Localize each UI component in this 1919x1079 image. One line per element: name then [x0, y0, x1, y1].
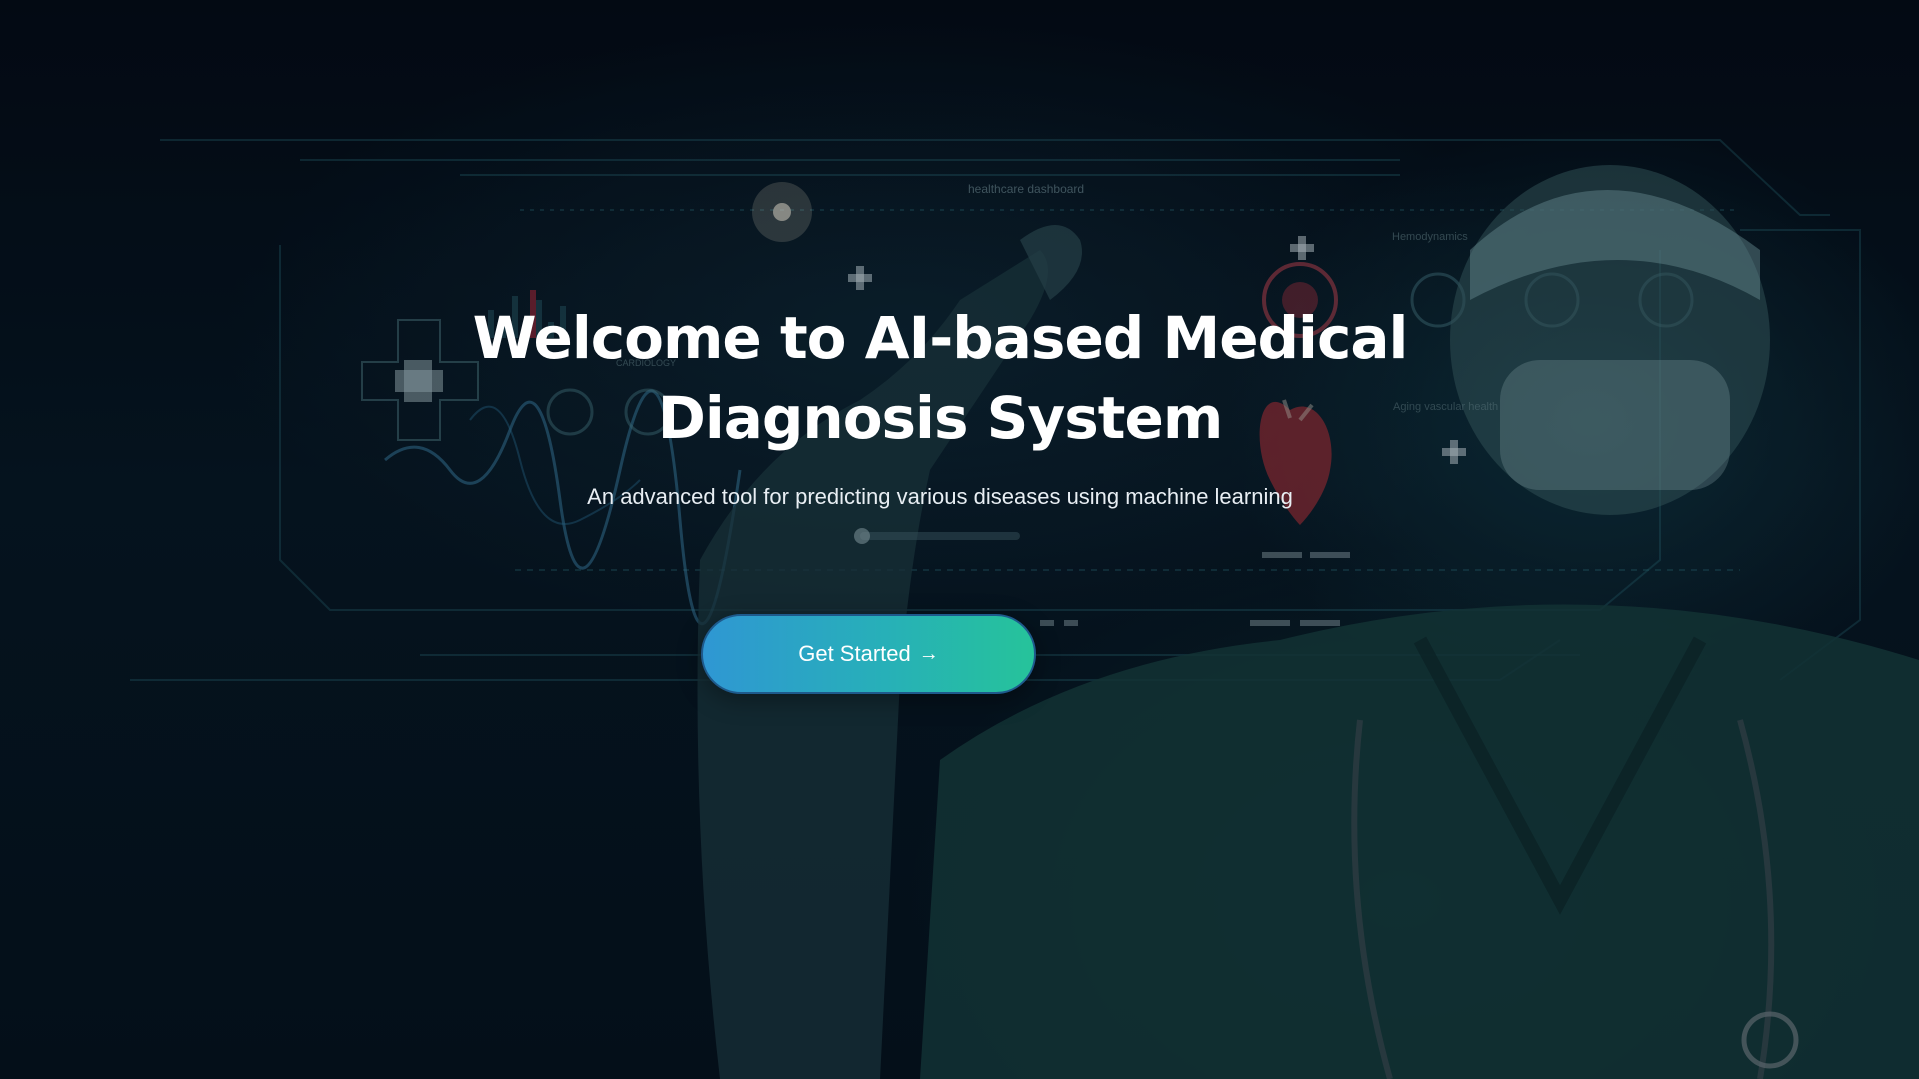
hero-subtitle: An advanced tool for predicting various …: [587, 484, 1293, 509]
hero-content: Welcome to AI-based Medical Diagnosis Sy…: [0, 0, 1919, 1079]
hero-title: Welcome to AI-based Medical Diagnosis Sy…: [472, 304, 1409, 452]
get-started-button[interactable]: Get Started →: [701, 614, 1036, 694]
hero-section: healthcare dashboard CARDIOLOGY Hemodyna…: [0, 0, 1919, 1079]
arrow-right-icon: →: [918, 643, 939, 665]
get-started-label: Get Started: [798, 641, 911, 666]
